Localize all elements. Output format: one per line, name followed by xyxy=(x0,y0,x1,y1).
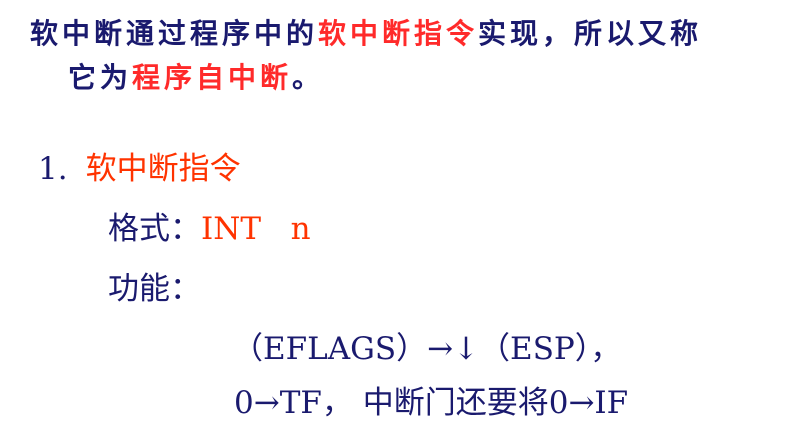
section-title: 软中断指令 xyxy=(85,151,241,187)
format-value: INT n xyxy=(201,211,311,247)
intro-period: 。 xyxy=(292,61,325,94)
intro-highlight-program-interrupt: 程序自中断 xyxy=(132,61,293,94)
op-line-2: 0→TF， 中断门还要将0→IF xyxy=(234,388,628,419)
section-number: 1. xyxy=(38,151,68,187)
section-heading: 1. 软中断指令 xyxy=(38,154,241,185)
function-label: 功能： xyxy=(108,271,201,307)
slide: 软中断通过程序中的软中断指令实现，所以又称 它为程序自中断。 1. 软中断指令 格… xyxy=(0,0,803,448)
intro-text: 软中断通过程序中的 xyxy=(30,17,319,50)
format-label: 格式： xyxy=(108,211,201,247)
format-line: 格式：INT n xyxy=(108,214,311,245)
intro-line-2: 它为程序自中断。 xyxy=(68,64,324,92)
intro-text-continued: 实现，所以又称 xyxy=(478,17,703,50)
intro-text: 它为 xyxy=(68,61,133,94)
operation-text-1: （EFLAGS）→↓（ESP）， xyxy=(232,331,622,367)
op-line-1: （EFLAGS）→↓（ESP）， xyxy=(232,334,621,365)
operation-text-2: 0→TF， 中断门还要将0→IF xyxy=(234,385,629,421)
intro-highlight-soft-interrupt-instruction: 软中断指令 xyxy=(318,17,479,50)
intro-line-1: 软中断通过程序中的软中断指令实现，所以又称 xyxy=(30,20,702,48)
function-line: 功能： xyxy=(108,274,201,305)
